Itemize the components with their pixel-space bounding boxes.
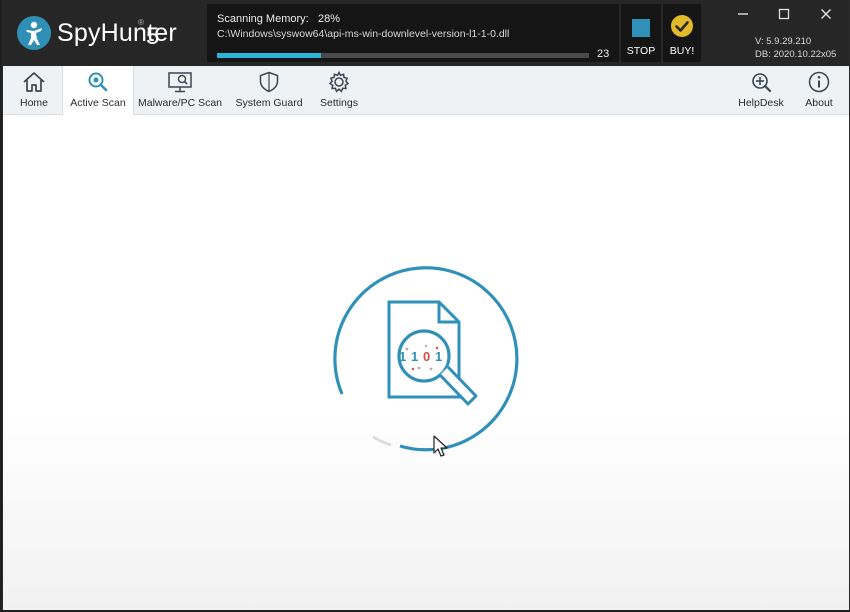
checkmark-icon	[671, 15, 693, 37]
close-icon	[821, 9, 831, 19]
tab-helpdesk[interactable]: HelpDesk	[733, 66, 789, 114]
pc-scan-icon	[137, 71, 223, 93]
close-button[interactable]	[811, 8, 841, 28]
magnifier-icon	[63, 71, 133, 93]
scan-content-area: 1 1 0 1	[3, 115, 849, 610]
tab-malware-pc-scan[interactable]: Malware/PC Scan	[137, 66, 223, 114]
minimize-button[interactable]	[728, 8, 758, 28]
tab-about-label: About	[805, 97, 833, 109]
svg-text:1: 1	[399, 349, 406, 364]
home-icon	[9, 71, 59, 93]
scan-stage-label: Scanning Memory:	[217, 13, 309, 25]
spyhunter-figure-icon	[17, 16, 51, 50]
tab-active-scan[interactable]: Active Scan	[62, 66, 134, 115]
scan-progress-fill	[217, 53, 322, 58]
stop-icon	[632, 19, 650, 37]
svg-text:0: 0	[423, 349, 430, 364]
scan-detection-count: 23	[597, 48, 610, 60]
title-bar: SpyHunter ® 5 Scanning Memory: 28% C:\Wi…	[3, 0, 849, 66]
stop-button[interactable]: STOP	[621, 4, 661, 62]
maximize-button[interactable]	[769, 8, 799, 28]
mouse-cursor-icon	[433, 435, 449, 464]
tab-home[interactable]: Home	[9, 66, 59, 114]
buy-label: BUY!	[669, 45, 695, 57]
app-version-number: 5	[146, 23, 160, 50]
minimize-icon	[738, 13, 748, 15]
tab-active-scan-label: Active Scan	[70, 97, 126, 109]
gear-icon	[313, 71, 365, 93]
document-magnifier-icon: 1 1 0 1	[323, 265, 533, 465]
scan-percent: 28%	[318, 13, 341, 25]
version-info: V: 5.9.29.210 DB: 2020.10.22x05	[755, 35, 836, 61]
main-toolbar: Home Active Scan Malware/PC Scan System …	[3, 66, 849, 115]
tab-settings-label: Settings	[320, 97, 358, 109]
svg-text:1: 1	[411, 349, 418, 364]
shield-icon	[231, 71, 307, 93]
svg-text:1: 1	[435, 349, 442, 364]
tab-about[interactable]: About	[797, 66, 841, 114]
tab-home-label: Home	[19, 97, 48, 109]
helpdesk-icon	[733, 71, 789, 93]
tab-settings[interactable]: Settings	[313, 66, 365, 114]
tab-system-guard[interactable]: System Guard	[231, 66, 307, 114]
scan-progress-bar	[217, 53, 589, 58]
scan-status-panel: Scanning Memory: 28% C:\Windows\syswow64…	[207, 4, 619, 62]
app-logo: SpyHunter ® 5	[17, 16, 177, 56]
tab-helpdesk-label: HelpDesk	[738, 97, 784, 109]
registered-mark: ®	[138, 18, 144, 27]
tab-malware-pc-scan-label: Malware/PC Scan	[137, 97, 223, 109]
info-icon	[797, 71, 841, 93]
tab-system-guard-label: System Guard	[235, 97, 303, 109]
maximize-icon	[778, 8, 790, 20]
stop-label: STOP	[626, 45, 656, 57]
app-version: V: 5.9.29.210	[755, 36, 812, 47]
buy-button[interactable]: BUY!	[663, 4, 701, 62]
db-version: DB: 2020.10.22x05	[755, 49, 837, 60]
app-window: SpyHunter ® 5 Scanning Memory: 28% C:\Wi…	[2, 0, 850, 610]
scan-current-file: C:\Windows\syswow64\api-ms-win-downlevel…	[217, 28, 510, 40]
